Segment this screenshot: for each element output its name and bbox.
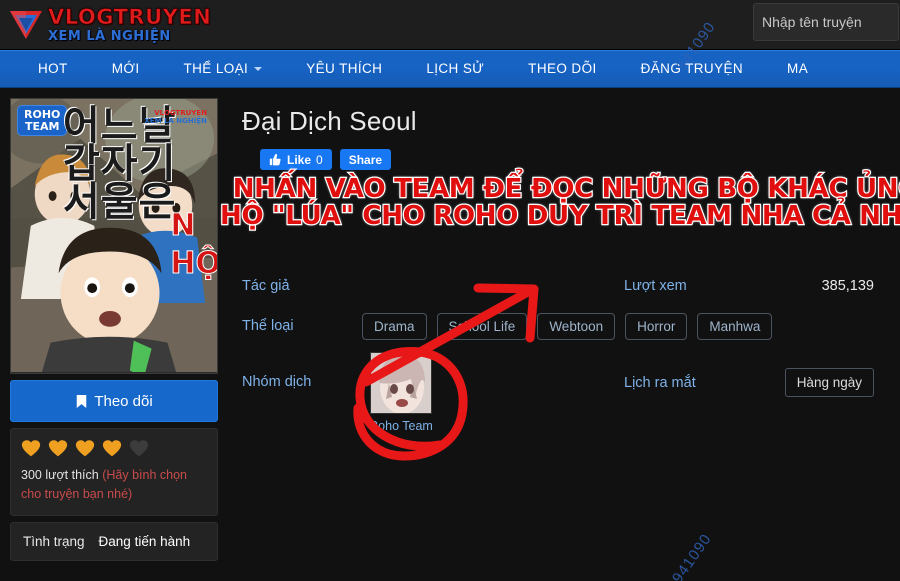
nav-label: ĐĂNG TRUYỆN — [640, 61, 744, 76]
badge-line-2: TEAM — [24, 119, 60, 133]
cover-site-watermark: VLOGTRUYEN XEM LÀ NGHIỆN — [144, 109, 207, 126]
heart-icon-filled-1[interactable] — [21, 438, 41, 458]
cover-red-overlay-text: N HỘ — [170, 207, 218, 282]
author-group: Tác giả — [242, 278, 624, 294]
follow-button-label: Theo dõi — [94, 392, 153, 410]
views-value: 385,139 — [821, 278, 874, 294]
left-sidebar: ROHO TEAM 어느날 갑자기 서울은 VLOGTRUYEN XEM LÀ … — [10, 98, 218, 561]
content-area: ROHO TEAM 어느날 갑자기 서울은 VLOGTRUYEN XEM LÀ … — [0, 88, 900, 581]
nav-item-the-loai[interactable]: THỂ LOẠI — [161, 51, 284, 87]
status-value: Đang tiến hành — [98, 533, 191, 549]
korean-line-2: 갑자기 — [63, 141, 177, 187]
main-detail-panel: Đại Dịch Seoul Like 0 Share NHẤN VÀO TEA… — [219, 98, 900, 581]
comic-cover-image[interactable]: ROHO TEAM 어느날 갑자기 서울은 VLOGTRUYEN XEM LÀ … — [10, 98, 218, 374]
search-input[interactable] — [762, 14, 890, 30]
schedule-label: Lịch ra mắt — [624, 374, 696, 391]
watermark-bottom: 941090 — [668, 530, 716, 581]
rating-box: 300 lượt thích (Hãy bình chọn cho truyện… — [10, 428, 218, 516]
status-box: Tình trạng Đang tiến hành — [10, 521, 218, 561]
genre-tag-drama[interactable]: Drama — [362, 312, 427, 340]
info-row-genres: Thể loại Drama School Life Webtoon Horro… — [242, 306, 890, 346]
nav-item-yeu-thich[interactable]: YÊU THÍCH — [284, 51, 404, 87]
nav-label: YÊU THÍCH — [306, 61, 383, 76]
comic-info-table: Tác giả Lượt xem 385,139 Thể loại Drama … — [232, 170, 890, 433]
schedule-value-button[interactable]: Hàng ngày — [784, 368, 874, 397]
page-title: Đại Dịch Seoul — [242, 106, 417, 136]
nav-item-ma[interactable]: MA — [765, 51, 830, 87]
schedule-group: Lịch ra mắt Hàng ngày — [624, 352, 890, 397]
cover-red-line-2: HỘ — [170, 245, 218, 281]
logo-sub-text: XEM LÀ NGHIỆN — [48, 28, 171, 44]
logo-main-text: VLOGTRUYEN — [48, 4, 212, 29]
v-triangle-logo-icon — [8, 8, 44, 42]
nav-item-lich-su[interactable]: LỊCH SỬ — [404, 51, 506, 87]
heart-icon-empty-5[interactable] — [129, 438, 149, 458]
team-label: Nhóm dịch — [242, 374, 312, 390]
site-logo[interactable]: VLOGTRUYEN XEM LÀ NGHIỆN — [0, 4, 212, 44]
team-group: Nhóm dịch Roho Team — [242, 352, 624, 433]
views-group: Lượt xem 385,139 — [624, 278, 890, 294]
chevron-down-icon — [254, 67, 263, 72]
translation-team[interactable]: Roho Team — [362, 352, 440, 433]
heart-icon-filled-3[interactable] — [75, 438, 95, 458]
follow-button[interactable]: Theo dõi — [10, 380, 218, 422]
badge-line-1: ROHO — [24, 108, 61, 121]
facebook-share-button[interactable]: Share — [339, 149, 392, 170]
team-name: Roho Team — [369, 419, 433, 433]
genre-label: Thể loại — [242, 318, 294, 334]
nav-label: HOT — [38, 61, 68, 76]
nav-label: THỂ LOẠI — [183, 61, 249, 76]
cover-red-line-1: N — [170, 208, 196, 244]
genre-tag-horror[interactable]: Horror — [625, 312, 688, 340]
search-box[interactable] — [753, 3, 899, 41]
nav-label: THEO DÕI — [528, 61, 597, 76]
info-row-author-views: Tác giả Lượt xem 385,139 — [242, 266, 890, 306]
nav-item-theo-doi[interactable]: THEO DÕI — [506, 51, 618, 87]
bookmark-icon — [77, 394, 87, 408]
nav-label: MA — [787, 61, 809, 76]
main-navigation: HOT MỚI THỂ LOẠI YÊU THÍCH LỊCH SỬ THEO … — [0, 50, 900, 88]
share-label: Share — [348, 152, 383, 167]
views-label: Lượt xem — [624, 278, 687, 294]
status-label: Tình trạng — [23, 533, 85, 549]
nav-label: LỊCH SỬ — [426, 61, 485, 76]
team-avatar — [370, 352, 432, 414]
team-avatar-artwork — [371, 353, 431, 413]
genre-tag-webtoon[interactable]: Webtoon — [537, 312, 616, 340]
nav-item-hot[interactable]: HOT — [0, 51, 90, 87]
korean-line-3: 서울은 — [63, 179, 177, 225]
likes-line: 300 lượt thích (Hãy bình chọn cho truyện… — [21, 466, 207, 504]
cover-watermark-line-2: XEM LÀ NGHIỆN — [144, 117, 207, 126]
like-label: Like — [287, 152, 312, 167]
genre-tag-manhwa[interactable]: Manhwa — [697, 312, 773, 340]
genre-tag-school-life[interactable]: School Life — [436, 312, 528, 340]
heart-icon-filled-2[interactable] — [48, 438, 68, 458]
page-root: VLOGTRUYEN XEM LÀ NGHIỆN HOT MỚI THỂ LOẠ… — [0, 0, 900, 581]
heart-icon-filled-4[interactable] — [102, 438, 122, 458]
top-bar: VLOGTRUYEN XEM LÀ NGHIỆN — [0, 0, 900, 50]
author-label: Tác giả — [242, 278, 290, 294]
rating-hearts[interactable] — [21, 438, 207, 458]
info-row-team-schedule: Nhóm dịch Roho Team Lịch ra mắt Hàng ngà… — [242, 352, 890, 433]
nav-label: MỚI — [111, 61, 140, 76]
social-buttons: Like 0 Share — [232, 137, 890, 170]
nav-item-dang-truyen[interactable]: ĐĂNG TRUYỆN — [619, 51, 765, 87]
facebook-like-button[interactable]: Like 0 — [260, 149, 332, 170]
nav-item-moi[interactable]: MỚI — [90, 51, 162, 87]
like-count: 0 — [316, 152, 323, 167]
genre-tag-list: Drama School Life Webtoon Horror Manhwa — [362, 312, 773, 340]
likes-count-text: 300 lượt thích — [21, 468, 99, 482]
thumbs-up-icon — [269, 153, 281, 166]
roho-team-badge: ROHO TEAM — [17, 105, 68, 137]
